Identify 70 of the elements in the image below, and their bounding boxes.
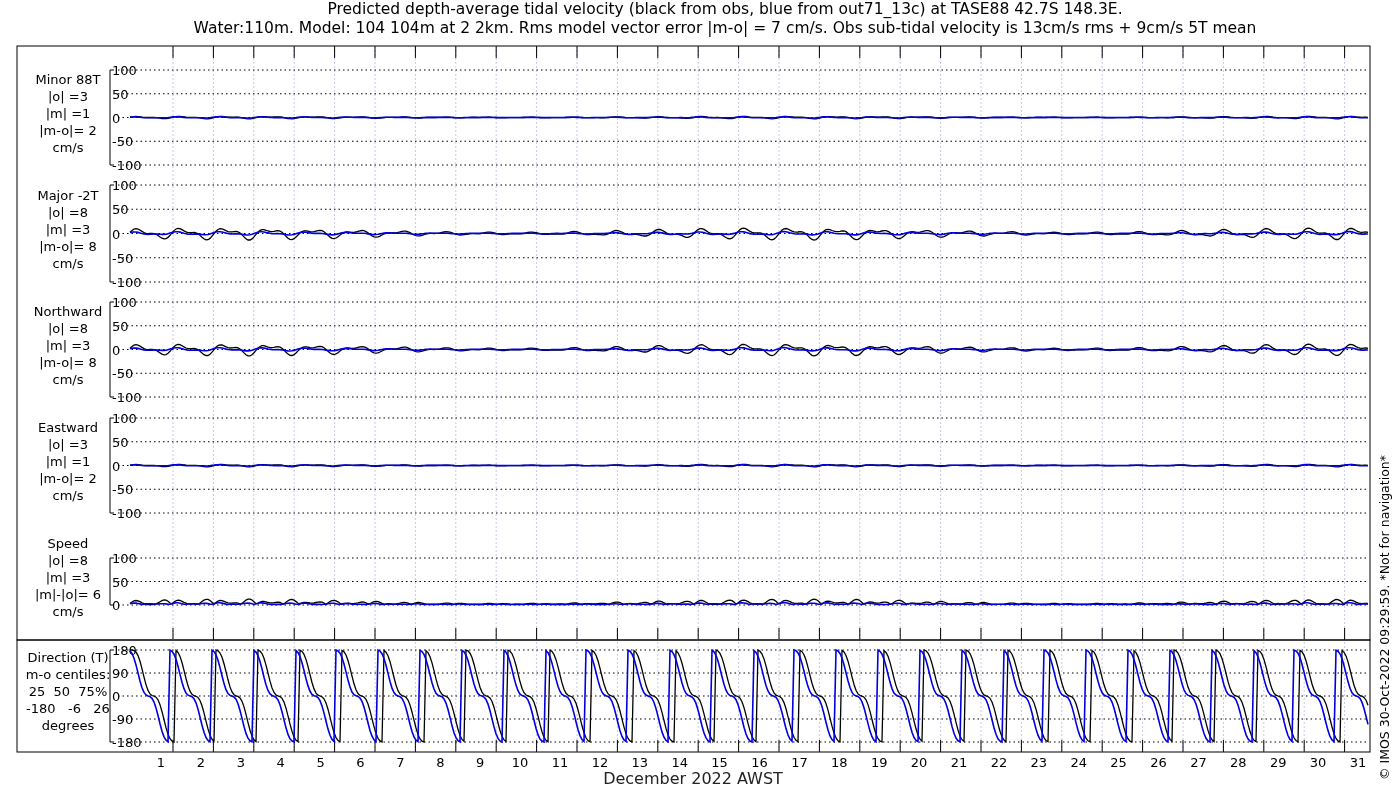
tick-label: 0 [112, 689, 121, 704]
tick-label: 100 [112, 178, 137, 193]
chart-title: Predicted depth-average tidal velocity (black from obs, blue from out71_13c) at TASE88 42.7S 148.3E. [327, 0, 1123, 18]
tick-label: 8 [436, 755, 445, 770]
tick-label: -50 [112, 366, 134, 382]
tick-label: -50 [112, 134, 134, 150]
y-axis [109, 557, 115, 606]
tick-label: 30 [1309, 755, 1327, 770]
tick-label: -50 [112, 250, 134, 266]
tick-label: -180 [112, 735, 142, 750]
tick-label: 0 [112, 458, 121, 474]
tick-label: 28 [1230, 755, 1247, 770]
tick-label: 9 [476, 755, 485, 770]
tick-label: 7 [396, 755, 405, 770]
axis-label: December 2022 AWST [603, 769, 783, 788]
tick-label: -90 [112, 712, 134, 727]
tick-label: 2 [196, 755, 206, 770]
tick-label: 4 [276, 755, 285, 770]
tick-label: 21 [950, 755, 968, 770]
tick-label: 50 [112, 574, 129, 590]
panel-label: Speed |o| =8 |m| =3 |m|-|o|= 6 cm/s [34, 536, 102, 619]
tick-label: 100 [112, 63, 137, 78]
tick-label: 20 [910, 755, 928, 770]
tick-label: 29 [1269, 755, 1287, 770]
tick-label: 6 [356, 755, 365, 770]
tick-label: 23 [1030, 755, 1048, 770]
tick-label: 24 [1070, 755, 1087, 770]
tick-label: 14 [671, 755, 688, 770]
tick-label: 26 [1150, 755, 1167, 770]
tick-label: 50 [112, 86, 129, 102]
tick-label: 50 [112, 202, 129, 218]
tick-label: 11 [551, 755, 569, 770]
tick-label: 1 [156, 755, 166, 770]
tick-label: -100 [112, 390, 142, 405]
credit-text: © IMOS 30-Oct-2022 09:29:59. *Not for navigation* [1377, 455, 1392, 780]
tick-label: 13 [631, 755, 649, 770]
tick-label: 50 [112, 434, 129, 450]
panel-label: Northward |o| =8 |m| =3 |m-o|= 8 cm/s [33, 304, 103, 387]
tick-label: 12 [591, 755, 609, 770]
tick-label: -100 [112, 158, 142, 173]
tick-label: 27 [1190, 755, 1207, 770]
panel-label: Eastward |o| =3 |m| =1 |m-o|= 2 cm/s [38, 420, 98, 503]
tick-label: -50 [112, 482, 134, 498]
tick-label: -100 [112, 275, 142, 290]
tick-label: 22 [990, 755, 1008, 770]
tick-label: 180 [112, 643, 137, 658]
panel-label: Minor 88T |o| =3 |m| =1 |m-o|= 2 cm/s [35, 72, 101, 155]
tick-label: 100 [112, 411, 137, 426]
chart-title: Water:110m. Model: 104 104m at 2 2km. Rms model vector error |m-o| = 7 cm/s. Obs sub-tidal velocity is 13cm/s rms + 9cm/s 5T mean [193, 19, 1257, 37]
tick-label: 3 [236, 755, 245, 770]
panel-label: Direction (T) m-o centiles: 25 50 75% -180 -6 26 degrees [25, 650, 111, 733]
tick-label: 5 [316, 755, 325, 770]
tick-label: 19 [870, 755, 888, 770]
tick-label: 25 [1110, 755, 1127, 770]
tick-label: 18 [831, 755, 848, 770]
tick-label: 0 [112, 110, 121, 126]
tick-label: 0 [112, 598, 121, 613]
tick-label: 100 [112, 295, 137, 310]
tick-label: 90 [112, 666, 129, 681]
tick-label: 16 [751, 755, 768, 770]
tick-label: 10 [511, 755, 529, 770]
tick-label: 50 [112, 318, 129, 334]
tick-label: 17 [791, 755, 808, 770]
tick-label: 0 [112, 226, 121, 242]
tick-label: -100 [112, 506, 142, 521]
panel-label: Major -2T |o| =8 |m| =3 |m-o|= 8 cm/s [37, 188, 99, 271]
tick-label: 15 [711, 755, 728, 770]
tick-label: 0 [112, 342, 121, 358]
tick-label: 100 [112, 551, 137, 566]
tick-label: 31 [1349, 755, 1367, 770]
